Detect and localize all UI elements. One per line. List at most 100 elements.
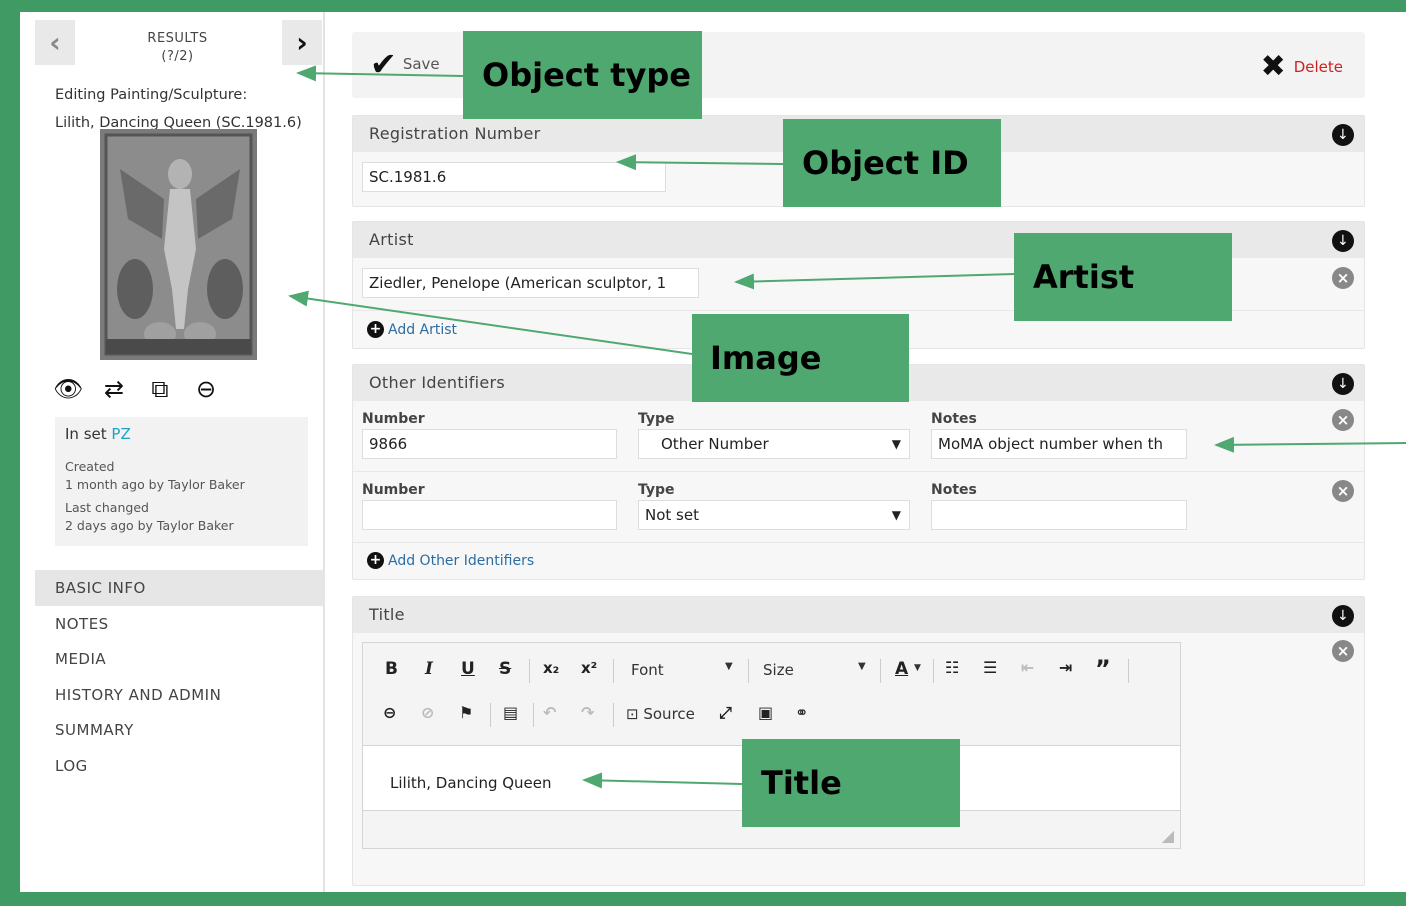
delete-button[interactable]: ✖ Delete bbox=[1261, 52, 1343, 82]
nav-notes[interactable]: NOTES bbox=[35, 606, 325, 642]
remove-icon[interactable]: ⊖ bbox=[191, 374, 221, 404]
remove-artist-icon[interactable]: × bbox=[1332, 267, 1354, 289]
eye-icon[interactable]: 👁 bbox=[53, 374, 83, 404]
bulleted-list-icon[interactable]: ☰ bbox=[983, 658, 997, 677]
size-dropdown-label: Size bbox=[763, 661, 794, 679]
numbered-list-icon[interactable]: ☷ bbox=[945, 658, 959, 677]
nav-summary[interactable]: SUMMARY bbox=[35, 712, 325, 748]
add-artist-link[interactable]: + Add Artist bbox=[367, 321, 457, 338]
title-header: Title ↓ bbox=[353, 597, 1364, 633]
in-set-line: In set PZ bbox=[65, 425, 298, 443]
add-other-identifiers-link[interactable]: + Add Other Identifiers bbox=[367, 552, 534, 569]
maximize-icon[interactable]: ⤢ bbox=[719, 703, 732, 723]
identifier-number-input[interactable] bbox=[362, 500, 617, 530]
subscript-icon[interactable]: x₂ bbox=[543, 659, 559, 677]
nav-log[interactable]: LOG bbox=[35, 748, 325, 784]
toolbar-separator bbox=[1128, 659, 1129, 683]
set-link[interactable]: PZ bbox=[111, 425, 130, 443]
plus-circle-icon: + bbox=[367, 321, 384, 338]
close-icon: ✖ bbox=[1260, 49, 1286, 84]
record-info-box: In set PZ Created 1 month ago by Taylor … bbox=[55, 417, 308, 546]
nav-media[interactable]: MEDIA bbox=[35, 641, 325, 677]
remove-identifier-icon[interactable]: × bbox=[1332, 480, 1354, 502]
type-label: Type bbox=[638, 482, 675, 498]
copy-icon[interactable]: ⧉ bbox=[145, 374, 175, 404]
underline-button[interactable]: U bbox=[461, 659, 475, 679]
identifier-notes-input[interactable] bbox=[931, 500, 1187, 530]
arrow-down-circle-icon[interactable]: ↓ bbox=[1332, 605, 1354, 627]
undo-icon[interactable]: ↶ bbox=[543, 703, 556, 722]
arrow-down-circle-icon[interactable]: ↓ bbox=[1332, 373, 1354, 395]
strikethrough-button[interactable]: S bbox=[499, 659, 511, 679]
results-counter: RESULTS (?/2) bbox=[125, 30, 230, 66]
source-icon: ⊡ bbox=[626, 705, 639, 723]
toolbar-separator bbox=[613, 703, 614, 727]
resize-handle[interactable] bbox=[1162, 831, 1174, 843]
check-circle-icon: ✔ bbox=[370, 45, 397, 83]
save-label: Save bbox=[402, 55, 440, 73]
registration-title: Registration Number bbox=[369, 124, 541, 143]
chevron-right-icon: › bbox=[296, 26, 308, 59]
add-artist-label: Add Artist bbox=[388, 321, 458, 338]
identifier-type-select[interactable]: Not set ▼ bbox=[638, 500, 910, 530]
arrow-down-circle-icon[interactable]: ↓ bbox=[1332, 124, 1354, 146]
identifier-type-value: Not set bbox=[645, 506, 699, 524]
next-result-button[interactable]: › bbox=[282, 20, 322, 65]
indent-icon[interactable]: ⇥ bbox=[1059, 658, 1072, 677]
outdent-icon[interactable]: ⇤ bbox=[1021, 658, 1034, 677]
size-dropdown[interactable]: Size bbox=[763, 661, 794, 679]
blockquote-icon[interactable]: ” bbox=[1095, 655, 1111, 683]
nav-basic-info[interactable]: BASIC INFO bbox=[35, 570, 325, 606]
caret-down-icon: ▼ bbox=[858, 661, 866, 672]
arrow-down-circle-icon[interactable]: ↓ bbox=[1332, 230, 1354, 252]
paste-text-icon[interactable]: ▤ bbox=[503, 703, 518, 722]
results-title: RESULTS bbox=[147, 31, 208, 46]
flag-anchor-icon[interactable]: ⚑ bbox=[459, 703, 473, 722]
nav-history-and-admin[interactable]: HISTORY AND ADMIN bbox=[35, 677, 325, 713]
toolbar-separator bbox=[748, 659, 749, 683]
toolbar-separator bbox=[490, 703, 491, 727]
caret-down-icon: ▼ bbox=[914, 663, 921, 673]
font-dropdown[interactable]: Font bbox=[631, 661, 664, 679]
identifier-divider bbox=[353, 471, 1364, 472]
toolbar-separator bbox=[529, 659, 530, 683]
identifier-number-input[interactable]: 9866 bbox=[362, 429, 617, 459]
text-color-icon[interactable]: A bbox=[895, 659, 908, 679]
image-callout: Image bbox=[692, 314, 909, 402]
plus-circle-icon: + bbox=[367, 552, 384, 569]
superscript-icon[interactable]: x² bbox=[581, 659, 597, 677]
caret-down-icon: ▼ bbox=[891, 508, 901, 522]
identifier-notes-input[interactable]: MoMA object number when th bbox=[931, 429, 1187, 459]
remove-identifier-icon[interactable]: × bbox=[1332, 409, 1354, 431]
identifier-type-select[interactable]: Other Number ▼ bbox=[638, 429, 910, 459]
artist-callout: Artist bbox=[1014, 233, 1232, 321]
add-other-identifiers-label: Add Other Identifiers bbox=[388, 552, 535, 569]
save-button[interactable]: ✔ Save bbox=[370, 48, 440, 80]
image-icon[interactable]: ▣ bbox=[758, 703, 773, 722]
italic-button[interactable]: I bbox=[425, 659, 433, 679]
results-count: (?/2) bbox=[161, 49, 194, 64]
font-dropdown-label: Font bbox=[631, 661, 664, 679]
image-actions: 👁 ⇄ ⧉ ⊖ bbox=[53, 374, 221, 404]
bold-button[interactable]: B bbox=[385, 659, 398, 679]
notes-label: Notes bbox=[931, 482, 977, 498]
toolbar-separator bbox=[533, 703, 534, 727]
previous-result-button[interactable]: ‹ bbox=[35, 20, 75, 65]
toolbar-separator bbox=[880, 659, 881, 683]
artist-input[interactable]: Ziedler, Penelope (American sculptor, 1 bbox=[362, 268, 699, 298]
artist-title: Artist bbox=[369, 230, 414, 249]
identifier-type-value: Other Number bbox=[661, 435, 769, 453]
object-image[interactable] bbox=[100, 129, 257, 360]
created-label: Created bbox=[65, 459, 115, 474]
redo-icon[interactable]: ↷ bbox=[581, 703, 594, 722]
changed-value: 2 days ago by Taylor Baker bbox=[65, 518, 234, 533]
unlink-icon[interactable]: ⊘ bbox=[421, 703, 434, 722]
registration-number-input[interactable]: SC.1981.6 bbox=[362, 162, 666, 192]
special-link-icon[interactable]: ⚭ bbox=[795, 703, 808, 722]
retweet-icon[interactable]: ⇄ bbox=[99, 374, 129, 404]
remove-title-icon[interactable]: × bbox=[1332, 640, 1354, 662]
source-button[interactable]: ⊡ Source bbox=[626, 705, 695, 723]
changed-label: Last changed bbox=[65, 500, 149, 515]
link-icon[interactable]: ⊖ bbox=[383, 703, 396, 722]
type-label: Type bbox=[638, 411, 675, 427]
